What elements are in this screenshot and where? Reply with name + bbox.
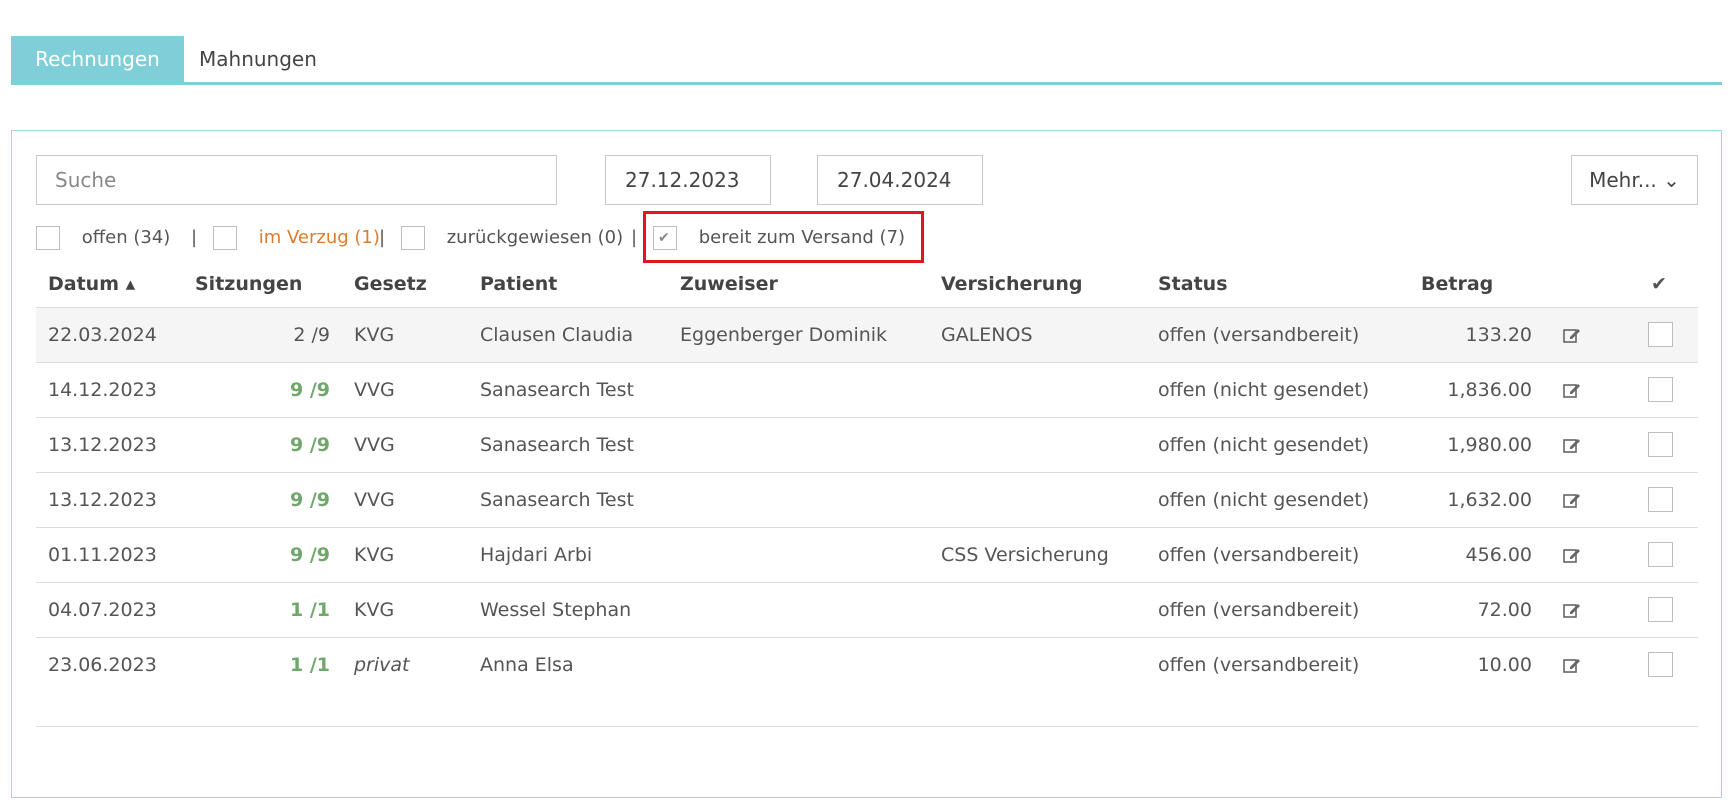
table-row[interactable]: 13.12.2023 9 /9 VVG Sanasearch Test offen (n… (36, 417, 1698, 472)
edit-icon[interactable] (1562, 380, 1582, 400)
cell-sitzungen: 1 /1 (290, 654, 330, 676)
column-datum[interactable]: Datum ▴ (48, 261, 135, 307)
cell-sitzungen: 2 /9 (293, 324, 330, 346)
tab-bar: Rechnungen Mahnungen (11, 36, 1722, 85)
cell-datum: 04.07.2023 (48, 599, 157, 621)
cell-zuweiser: Eggenberger Dominik (680, 324, 888, 346)
edit-icon[interactable] (1562, 545, 1582, 565)
filter-offen-label: offen (34) (81, 227, 171, 248)
table-row[interactable]: 13.12.2023 9 /9 VVG Sanasearch Test offen (n… (36, 472, 1698, 527)
column-versicherung[interactable]: Versicherung (941, 261, 1082, 307)
cell-sitzungen: 9 /9 (290, 434, 330, 456)
cell-sitzungen: 9 /9 (290, 379, 330, 401)
cell-betrag: 72.00 (1477, 599, 1532, 621)
check-icon[interactable]: ✔ (1651, 261, 1667, 307)
cell-gesetz: VVG (354, 379, 395, 401)
cell-patient: Anna Elsa (480, 654, 574, 676)
cell-patient: Sanasearch Test (480, 434, 634, 456)
column-betrag[interactable]: Betrag (1421, 261, 1493, 307)
filter-im-verzug-checkbox[interactable] (213, 226, 237, 250)
highlight-box (643, 211, 924, 263)
cell-gesetz: KVG (354, 599, 395, 621)
cell-versicherung: CSS Versicherung (941, 544, 1109, 566)
cell-patient: Sanasearch Test (480, 489, 634, 511)
table-bottom-divider (36, 726, 1698, 727)
cell-status: offen (versandbereit) (1158, 654, 1360, 676)
cell-patient: Clausen Claudia (480, 324, 634, 346)
search-input[interactable] (36, 155, 557, 205)
cell-gesetz: VVG (354, 489, 395, 511)
cell-sitzungen: 1 /1 (290, 599, 330, 621)
filter-im-verzug[interactable]: im Verzug (1) (213, 223, 380, 253)
filter-zurueckgewiesen[interactable]: zurückgewiesen (0) (401, 223, 623, 253)
date-to-input[interactable] (817, 155, 983, 205)
cell-gesetz: KVG (354, 324, 395, 346)
cell-status: offen (versandbereit) (1158, 544, 1360, 566)
row-select-checkbox[interactable] (1648, 322, 1673, 347)
table-row[interactable]: 23.06.2023 1 /1 privat Anna Elsa offen (vers… (36, 637, 1698, 692)
row-select-checkbox[interactable] (1648, 432, 1673, 457)
filter-zurueckgewiesen-checkbox[interactable] (401, 226, 425, 250)
filter-offen[interactable]: offen (34) (36, 223, 170, 253)
filter-separator: | (191, 227, 198, 248)
table-row[interactable]: 01.11.2023 9 /9 KVG Hajdari Arbi CSS Versich… (36, 527, 1698, 582)
filter-zurueckgewiesen-label: zurückgewiesen (0) (446, 227, 624, 248)
invoice-panel: Mehr... ⌄ offen (34) | im Verzug (1) | z… (11, 130, 1722, 798)
edit-icon[interactable] (1562, 490, 1582, 510)
date-from-input[interactable] (605, 155, 771, 205)
column-zuweiser[interactable]: Zuweiser (680, 261, 778, 307)
column-patient[interactable]: Patient (480, 261, 557, 307)
filter-separator: | (379, 227, 386, 248)
cell-betrag: 1,836.00 (1447, 379, 1532, 401)
cell-patient: Wessel Stephan (480, 599, 632, 621)
cell-gesetz: privat (354, 654, 410, 676)
cell-datum: 23.06.2023 (48, 654, 157, 676)
cell-status: offen (versandbereit) (1158, 324, 1360, 346)
tab-mahnungen[interactable]: Mahnungen (199, 36, 344, 82)
filter-separator: | (631, 227, 638, 248)
cell-sitzungen: 9 /9 (290, 544, 330, 566)
cell-status: offen (nicht gesendet) (1158, 379, 1370, 401)
row-select-checkbox[interactable] (1648, 597, 1673, 622)
edit-icon[interactable] (1562, 325, 1582, 345)
column-gesetz[interactable]: Gesetz (354, 261, 427, 307)
cell-datum: 13.12.2023 (48, 434, 157, 456)
cell-datum: 22.03.2024 (48, 324, 157, 346)
cell-sitzungen: 9 /9 (290, 489, 330, 511)
table-header: Datum ▴ Sitzungen Gesetz Patient Zuweise… (36, 261, 1698, 307)
cell-betrag: 1,632.00 (1447, 489, 1532, 511)
more-dropdown-button[interactable]: Mehr... ⌄ (1571, 155, 1698, 205)
edit-icon[interactable] (1562, 435, 1582, 455)
row-select-checkbox[interactable] (1648, 542, 1673, 567)
column-status[interactable]: Status (1158, 261, 1228, 307)
cell-status: offen (versandbereit) (1158, 599, 1360, 621)
cell-patient: Hajdari Arbi (480, 544, 593, 566)
cell-datum: 13.12.2023 (48, 489, 157, 511)
cell-betrag: 1,980.00 (1447, 434, 1532, 456)
cell-patient: Sanasearch Test (480, 379, 634, 401)
cell-gesetz: KVG (354, 544, 395, 566)
cell-betrag: 456.00 (1465, 544, 1532, 566)
cell-gesetz: VVG (354, 434, 395, 456)
edit-icon[interactable] (1562, 655, 1582, 675)
cell-datum: 01.11.2023 (48, 544, 157, 566)
cell-status: offen (nicht gesendet) (1158, 434, 1370, 456)
row-select-checkbox[interactable] (1648, 377, 1673, 402)
cell-versicherung: GALENOS (941, 324, 1033, 346)
cell-betrag: 133.20 (1465, 324, 1532, 346)
table-row[interactable]: 14.12.2023 9 /9 VVG Sanasearch Test offen (n… (36, 362, 1698, 417)
cell-status: offen (nicht gesendet) (1158, 489, 1370, 511)
filter-offen-checkbox[interactable] (36, 226, 60, 250)
invoice-table-body: 22.03.2024 2 /9 KVG Clausen Claudia Eggenber… (36, 307, 1698, 692)
column-sitzungen[interactable]: Sitzungen (195, 261, 302, 307)
cell-betrag: 10.00 (1477, 654, 1532, 676)
row-select-checkbox[interactable] (1648, 487, 1673, 512)
tab-rechnungen[interactable]: Rechnungen (11, 36, 184, 82)
filter-im-verzug-label: im Verzug (1) (258, 227, 380, 248)
row-select-checkbox[interactable] (1648, 652, 1673, 677)
table-row[interactable]: 04.07.2023 1 /1 KVG Wessel Stephan offen (ve… (36, 582, 1698, 637)
edit-icon[interactable] (1562, 600, 1582, 620)
cell-datum: 14.12.2023 (48, 379, 157, 401)
table-row[interactable]: 22.03.2024 2 /9 KVG Clausen Claudia Eggenber… (36, 307, 1698, 362)
